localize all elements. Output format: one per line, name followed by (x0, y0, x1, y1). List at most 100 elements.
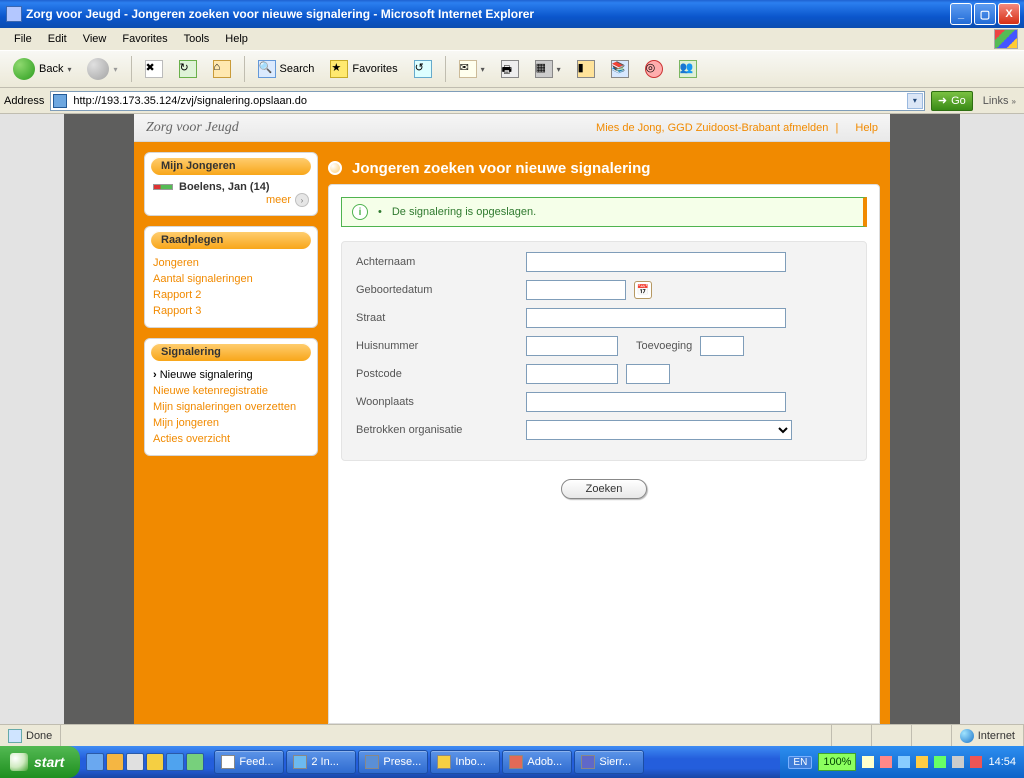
quick-launch-icon[interactable] (146, 753, 164, 771)
tray-icon[interactable] (898, 756, 910, 768)
menu-edit[interactable]: Edit (40, 31, 75, 47)
label-woonplaats: Woonplaats (356, 396, 516, 408)
jongere-item[interactable]: Boelens, Jan (14) (153, 181, 309, 193)
sidebar-item-mijn-signaleringen-overzetten[interactable]: Mijn signaleringen overzetten (153, 399, 309, 415)
security-zone: Internet (952, 725, 1024, 746)
panel-signalering: Signalering Nieuwe signalering Nieuwe ke… (144, 338, 318, 456)
task-button[interactable]: Prese... (358, 750, 428, 774)
content-heading: Jongeren zoeken voor nieuwe signalering (328, 152, 880, 184)
stop-button[interactable]: ✖ (138, 56, 170, 82)
clock[interactable]: 14:54 (988, 756, 1016, 768)
go-button[interactable]: ➜Go (931, 91, 973, 111)
messenger-button[interactable]: 👥 (672, 56, 704, 82)
address-dropdown-button[interactable]: ▾ (907, 93, 923, 109)
forward-button[interactable]: ▾ (80, 56, 124, 82)
start-button[interactable]: start (0, 746, 80, 778)
task-button[interactable]: Feed... (214, 750, 284, 774)
refresh-button[interactable]: ↻ (172, 56, 204, 82)
input-straat[interactable] (526, 308, 786, 328)
window-minimize-button[interactable]: _ (950, 3, 972, 25)
go-label: Go (951, 95, 966, 107)
task-button[interactable]: 2 In... (286, 750, 356, 774)
home-button[interactable]: ⌂ (206, 56, 238, 82)
tray-icon[interactable] (952, 756, 964, 768)
sidebar-item-rapport-3[interactable]: Rapport 3 (153, 303, 309, 319)
quick-launch-icon[interactable] (86, 753, 104, 771)
sidebar-item-acties-overzicht[interactable]: Acties overzicht (153, 431, 309, 447)
window-maximize-button[interactable]: ▢ (974, 3, 996, 25)
sidebar-item-nieuwe-signalering[interactable]: Nieuwe signalering (153, 367, 309, 383)
tray-icon[interactable] (862, 756, 874, 768)
input-geboortedatum[interactable] (526, 280, 626, 300)
star-icon: ★ (330, 60, 348, 78)
history-button[interactable]: ↺ (407, 56, 439, 82)
menu-favorites[interactable]: Favorites (114, 31, 175, 47)
chevron-down-icon: ▾ (67, 65, 71, 74)
input-postcode-letters[interactable] (626, 364, 670, 384)
favorites-button[interactable]: ★Favorites (323, 56, 404, 82)
tray-icon[interactable] (916, 756, 928, 768)
research-icon: 📚 (611, 60, 629, 78)
input-toevoeging[interactable] (700, 336, 744, 356)
sidebar-item-jongeren[interactable]: Jongeren (153, 255, 309, 271)
mail-button[interactable]: ✉▾ (452, 56, 492, 82)
status-cell (832, 725, 872, 746)
page-icon (53, 94, 67, 108)
back-button[interactable]: Back ▾ (6, 56, 78, 82)
input-achternaam[interactable] (526, 252, 786, 272)
antivirus-button[interactable]: ◎ (638, 56, 670, 82)
history-icon: ↺ (414, 60, 432, 78)
quick-launch-icon[interactable] (166, 753, 184, 771)
quick-launch-icon[interactable] (106, 753, 124, 771)
search-button[interactable]: 🔍Search (251, 56, 322, 82)
sidebar-item-nieuwe-ketenregistratie[interactable]: Nieuwe ketenregistratie (153, 383, 309, 399)
task-button[interactable]: Adob... (502, 750, 572, 774)
input-huisnummer[interactable] (526, 336, 618, 356)
input-woonplaats[interactable] (526, 392, 786, 412)
quick-launch (80, 746, 210, 778)
tray-icon[interactable] (934, 756, 946, 768)
tray-icon[interactable] (970, 756, 982, 768)
search-icon: 🔍 (258, 60, 276, 78)
toolbar-separator (244, 56, 245, 82)
select-organisatie[interactable] (526, 420, 792, 440)
forward-icon (87, 58, 109, 80)
stop-icon: ✖ (145, 60, 163, 78)
menu-help[interactable]: Help (217, 31, 256, 47)
language-indicator[interactable]: EN (788, 756, 812, 769)
jongere-label: Boelens, Jan (14) (179, 181, 269, 193)
edit-button[interactable]: ▦▾ (528, 56, 568, 82)
sidebar-item-rapport-2[interactable]: Rapport 2 (153, 287, 309, 303)
sidebar-item-mijn-jongeren[interactable]: Mijn jongeren (153, 415, 309, 431)
brand-logo: Zorg voor Jeugd (146, 120, 239, 136)
print-button[interactable]: 🖶 (494, 56, 526, 82)
help-link[interactable]: Help (855, 122, 878, 134)
menu-tools[interactable]: Tools (176, 31, 218, 47)
tray-icon[interactable] (880, 756, 892, 768)
calendar-button[interactable]: 📅 (634, 281, 652, 299)
user-logout-link[interactable]: Mies de Jong, GGD Zuidoost-Brabant afmel… (596, 122, 828, 134)
meer-label: meer (266, 194, 291, 206)
task-button[interactable]: Inbo... (430, 750, 500, 774)
search-form: Achternaam Geboortedatum 📅 Straat Huisnu… (341, 241, 867, 461)
quick-launch-icon[interactable] (126, 753, 144, 771)
task-button[interactable]: Sierr... (574, 750, 644, 774)
meer-link[interactable]: meer› (266, 194, 309, 206)
menu-file[interactable]: File (6, 31, 40, 47)
input-postcode-digits[interactable] (526, 364, 618, 384)
home-icon: ⌂ (213, 60, 231, 78)
zoeken-button[interactable]: Zoeken (561, 479, 648, 499)
discuss-button[interactable]: ▮ (570, 56, 602, 82)
chevron-down-icon: ▾ (481, 65, 485, 74)
links-button[interactable]: Links » (979, 95, 1020, 107)
quick-launch-icon[interactable] (186, 753, 204, 771)
address-input[interactable] (50, 91, 925, 111)
refresh-icon: ↻ (179, 60, 197, 78)
task-label: Sierr... (599, 756, 631, 768)
heading-bullet-icon (328, 161, 342, 175)
zoom-indicator[interactable]: 100% (818, 753, 856, 771)
menu-view[interactable]: View (75, 31, 115, 47)
sidebar-item-aantal-signaleringen[interactable]: Aantal signaleringen (153, 271, 309, 287)
research-button[interactable]: 📚 (604, 56, 636, 82)
window-close-button[interactable]: X (998, 3, 1020, 25)
